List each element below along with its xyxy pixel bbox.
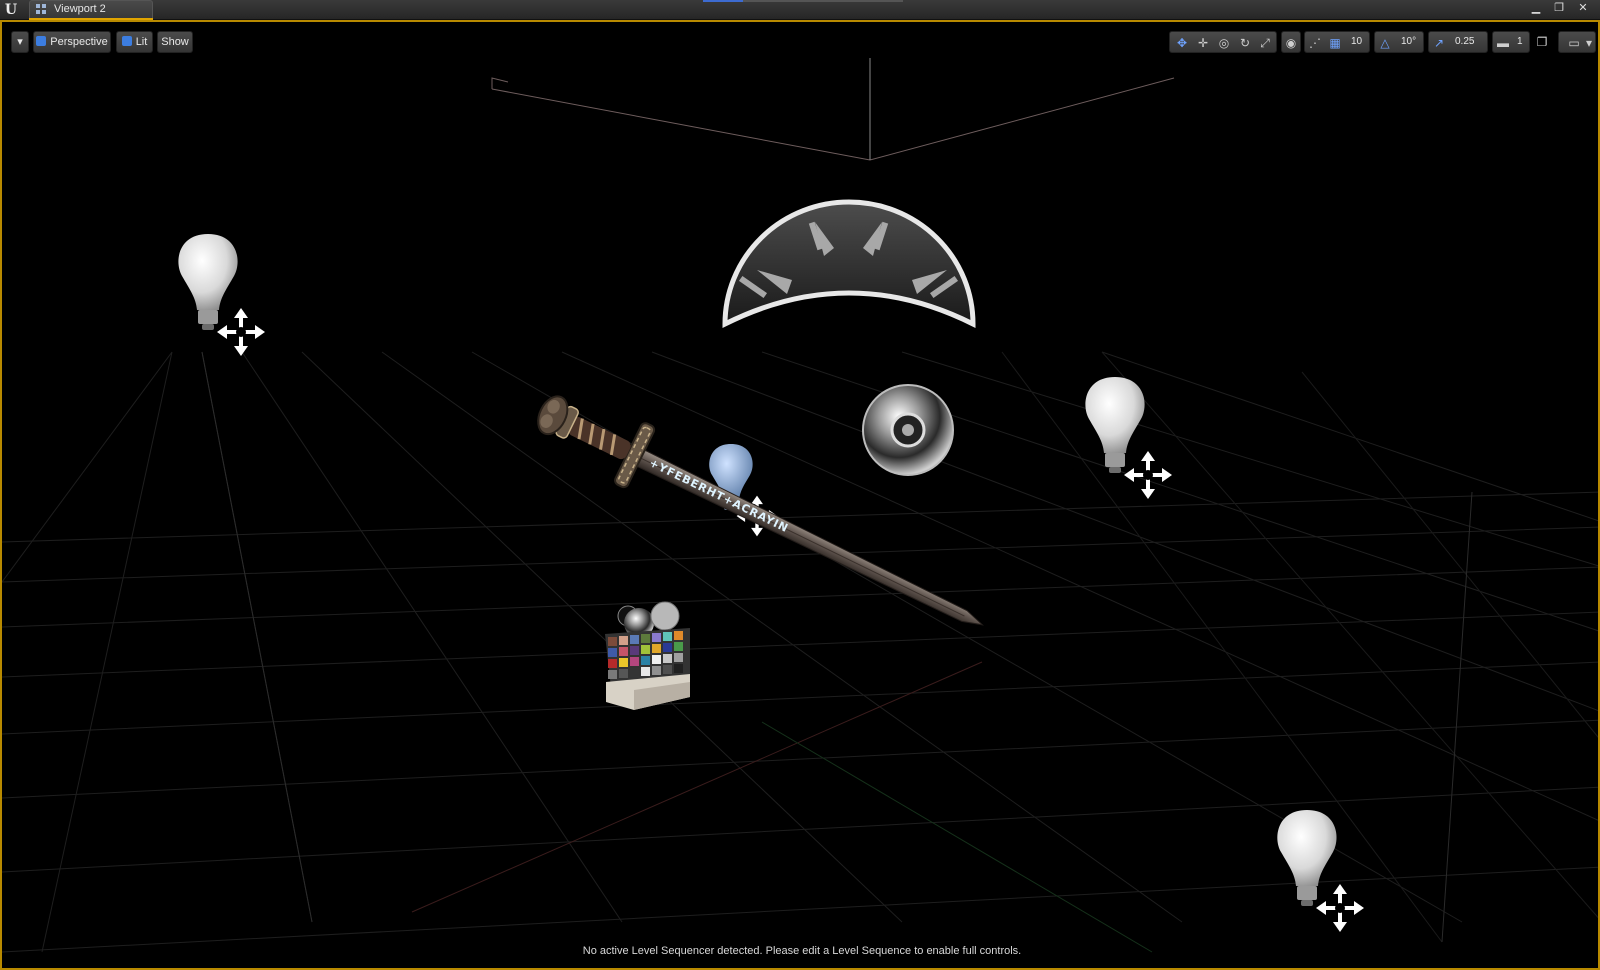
world-local-icon[interactable]: ⤢	[1257, 35, 1273, 51]
color-checker-cube	[605, 601, 690, 710]
layout-button[interactable]: ▭ ▾	[1558, 31, 1596, 53]
rotate-icon[interactable]: ◎	[1216, 35, 1232, 51]
skylight-dome-icon	[722, 199, 976, 329]
close-icon[interactable]: ✕	[1572, 1, 1594, 15]
transform-toolbar: ✥ ✛ ◎ ↻ ⤢ ◉ ⋰ ▦ 10 △ 10° ↗ 0.25 ▬ 1 ❐ ▭	[2, 31, 1598, 53]
camera-speed-icon: ▬	[1497, 36, 1509, 50]
floor-grid	[2, 351, 1598, 953]
title-progress-track	[743, 0, 903, 2]
camera-speed-group[interactable]: ▬ 1	[1492, 31, 1530, 53]
level-viewport[interactable]: +YFEBERHT+ACRAYIN ▾ Perspective Lit Show…	[0, 20, 1600, 970]
rotation-snap-group: △ 10°	[1374, 31, 1424, 53]
level-sequencer-status: No active Level Sequencer detected. Plea…	[582, 945, 1022, 957]
restore-icon[interactable]: ❐	[1548, 1, 1570, 15]
rotation-snap-value[interactable]: 10°	[1401, 35, 1416, 49]
title-bar: U Viewport 2 ▁ ❐ ✕	[0, 0, 1600, 20]
select-icon[interactable]: ✥	[1174, 35, 1190, 51]
scale-icon[interactable]: ↻	[1237, 35, 1253, 51]
scale-snap-group: ↗ 0.25	[1428, 31, 1488, 53]
scene-bounds-lines	[491, 58, 1175, 161]
tab-viewport-2[interactable]: Viewport 2	[29, 0, 153, 18]
viewport-tab-icon	[36, 4, 47, 15]
transform-mode-group: ✥ ✛ ◎ ↻ ⤢	[1169, 31, 1277, 53]
reflection-capture-sphere	[862, 384, 954, 476]
tab-label: Viewport 2	[54, 3, 106, 15]
maximize-icon[interactable]: ❐	[1534, 34, 1550, 50]
grid-snap-group: ⋰ ▦ 10	[1304, 31, 1370, 53]
scale-snap-icon[interactable]: ↗	[1431, 35, 1447, 51]
unreal-engine-logo[interactable]: U	[2, 1, 20, 19]
minimize-icon[interactable]: ▁	[1525, 1, 1547, 15]
grid-snap-icon[interactable]: ▦	[1327, 35, 1343, 51]
title-progress-indicator	[703, 0, 743, 2]
rotation-snap-icon[interactable]: △	[1377, 35, 1393, 51]
camera-speed-value: 1	[1517, 36, 1523, 47]
grid-snap-value[interactable]: 10	[1351, 35, 1362, 49]
chevron-down-icon: ▾	[1585, 36, 1593, 50]
scene-canvas: +YFEBERHT+ACRAYIN	[2, 58, 1598, 953]
globe-icon: ◉	[1285, 36, 1297, 50]
point-light-icon	[178, 234, 265, 356]
surface-snap-icon[interactable]: ⋰	[1307, 35, 1323, 51]
scale-snap-value[interactable]: 0.25	[1455, 35, 1474, 49]
translate-icon[interactable]: ✛	[1195, 35, 1211, 51]
coordinate-system-button[interactable]: ◉	[1281, 31, 1301, 53]
point-light-icon	[1277, 810, 1364, 932]
